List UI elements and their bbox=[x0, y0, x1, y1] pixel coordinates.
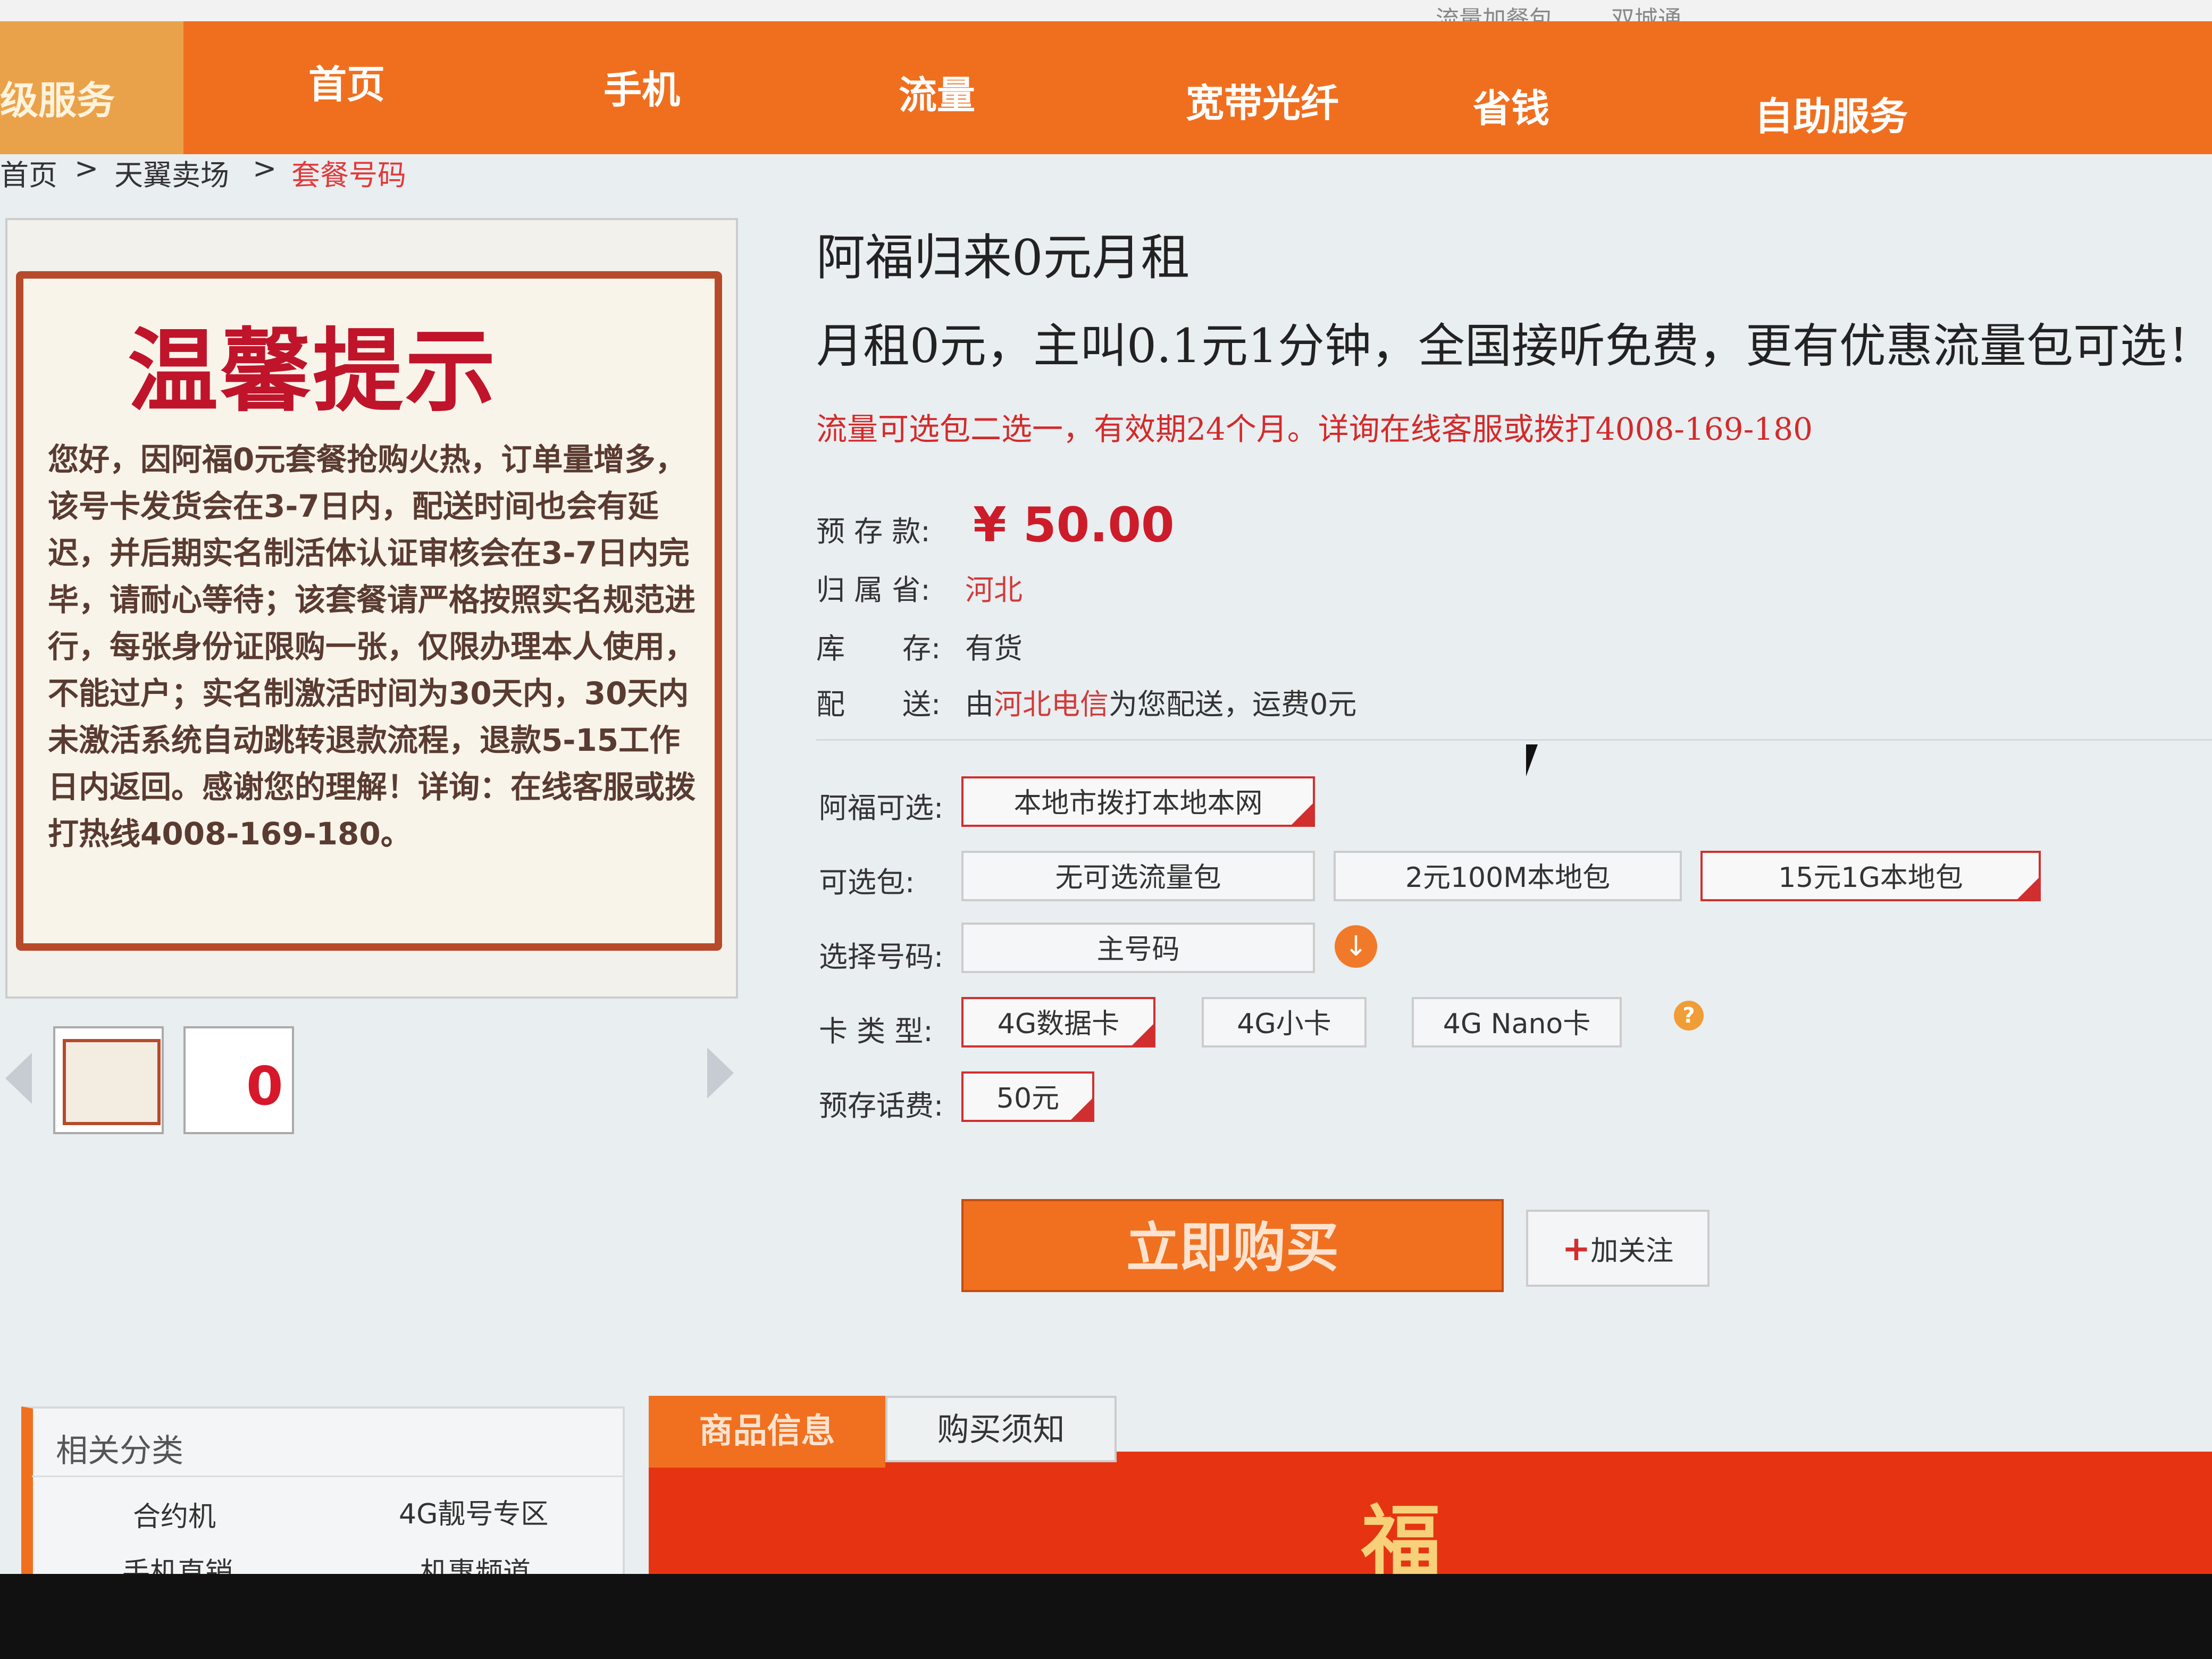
card-option-micro[interactable]: 4G小卡 bbox=[1202, 997, 1367, 1048]
package-label: 可选包: bbox=[819, 866, 915, 899]
stock-value: 有货 bbox=[965, 632, 1023, 665]
breadcrumb-separator: > bbox=[74, 152, 99, 185]
package-option-100m[interactable]: 2元100M本地包 bbox=[1334, 851, 1682, 901]
breadcrumb-home[interactable]: 首页 bbox=[0, 152, 57, 194]
package-option-none[interactable]: 无可选流量包 bbox=[961, 851, 1315, 901]
top-strip bbox=[0, 0, 2212, 21]
monitor-bezel bbox=[0, 1574, 2212, 1659]
breadcrumb-current: 套餐号码 bbox=[291, 158, 406, 192]
number-label: 选择号码: bbox=[819, 940, 944, 974]
province-value: 河北 bbox=[965, 573, 1023, 607]
product-subtitle: 月租0元，主叫0.1元1分钟，全国接听免费，更有优惠流量包可选！ bbox=[816, 319, 2212, 373]
afu-option-local[interactable]: 本地市拨打本地本网 bbox=[961, 776, 1315, 827]
service-menu-label: 级服务 bbox=[0, 78, 115, 123]
nav-save[interactable]: 省钱 bbox=[1473, 77, 1549, 133]
notice-title: 温馨提示 bbox=[128, 318, 498, 424]
category-link-contract-phone[interactable]: 合约机 bbox=[133, 1494, 216, 1534]
notice-body: 您好，因阿福0元套餐抢购火热，订单量增多，该号卡发货会在3-7日内，配送时间也会… bbox=[48, 441, 696, 852]
thumb-prev-arrow-icon[interactable] bbox=[5, 1053, 32, 1104]
thumbnail-notice-art bbox=[63, 1039, 161, 1125]
prepay-option-50[interactable]: 50元 bbox=[961, 1071, 1094, 1122]
tab-purchase-notes[interactable]: 购买须知 bbox=[885, 1396, 1117, 1462]
nav-home[interactable]: 首页 bbox=[308, 53, 385, 109]
delivery-label: 配 送: bbox=[816, 688, 941, 721]
service-menu[interactable]: 级服务 bbox=[0, 21, 183, 154]
stock-label: 库 存: bbox=[816, 632, 941, 665]
question-icon[interactable]: ? bbox=[1674, 1001, 1704, 1030]
follow-button-label: 加关注 bbox=[1590, 1235, 1674, 1267]
card-type-label: 卡 类 型: bbox=[819, 1015, 933, 1048]
thumbnail-zero-rent-art: 0 bbox=[193, 1039, 284, 1119]
category-link-4g-number[interactable]: 4G靓号专区 bbox=[399, 1492, 548, 1531]
related-categories-divider bbox=[32, 1476, 625, 1477]
product-title: 阿福归来0元月租 bbox=[816, 229, 1190, 286]
number-option-main[interactable]: 主号码 bbox=[961, 923, 1315, 973]
deposit-label: 预 存 款: bbox=[816, 515, 931, 548]
delivery-suffix: 为您配送，运费0元 bbox=[1109, 688, 1357, 721]
number-dropdown-arrow-icon[interactable]: ↓ bbox=[1335, 925, 1377, 968]
breadcrumb-mall[interactable]: 天翼卖场 bbox=[114, 152, 229, 194]
card-option-nano[interactable]: 4G Nano卡 bbox=[1412, 997, 1622, 1048]
section-divider bbox=[816, 739, 2212, 741]
related-categories-title: 相关分类 bbox=[56, 1432, 183, 1470]
follow-button[interactable]: +加关注 bbox=[1526, 1210, 1710, 1287]
delivery-carrier-link[interactable]: 河北电信 bbox=[994, 688, 1109, 721]
plus-icon: + bbox=[1562, 1229, 1591, 1269]
buy-now-button[interactable]: 立即购买 bbox=[961, 1199, 1504, 1292]
thumbnail-notice[interactable] bbox=[53, 1026, 164, 1134]
card-option-data[interactable]: 4G数据卡 bbox=[961, 997, 1155, 1048]
nav-phone[interactable]: 手机 bbox=[604, 58, 680, 114]
nav-flow[interactable]: 流量 bbox=[899, 64, 975, 120]
province-label: 归 属 省: bbox=[816, 573, 931, 607]
tab-product-info[interactable]: 商品信息 bbox=[649, 1396, 885, 1468]
nav-broadband[interactable]: 宽带光纤 bbox=[1186, 72, 1339, 128]
delivery-prefix: 由 bbox=[965, 688, 994, 721]
delivery-info: 由河北电信为您配送，运费0元 bbox=[965, 681, 1356, 723]
prepay-label: 预存话费: bbox=[819, 1089, 944, 1122]
breadcrumb-separator: > bbox=[253, 152, 277, 185]
package-option-1g[interactable]: 15元1G本地包 bbox=[1700, 851, 2041, 901]
nav-self-service[interactable]: 自助服务 bbox=[1755, 85, 1908, 141]
thumb-next-arrow-icon[interactable] bbox=[707, 1048, 734, 1099]
deposit-price: ¥ 50.00 bbox=[973, 497, 1175, 553]
thumbnail-zero-rent[interactable]: 0 bbox=[183, 1026, 294, 1134]
product-note: 流量可选包二选一，有效期24个月。详询在线客服或拨打4008-169-180 bbox=[816, 411, 1813, 447]
afu-option-label: 阿福可选: bbox=[819, 791, 944, 825]
mouse-cursor-icon bbox=[1526, 744, 1538, 776]
